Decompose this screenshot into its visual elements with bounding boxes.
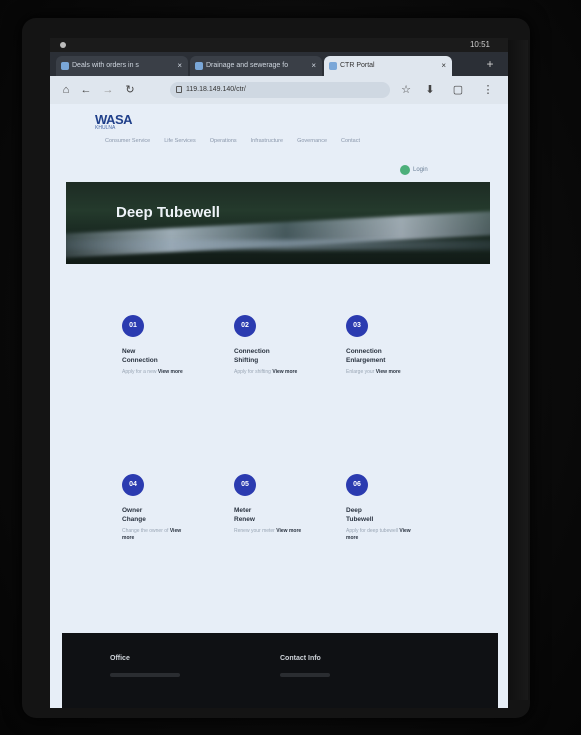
new-tab-icon[interactable]: + [482, 56, 498, 72]
site-footer: Office Contact Info [62, 633, 498, 708]
browser-tab-1[interactable]: Deals with orders in s × [56, 56, 188, 76]
tab-title: CTR Portal [340, 62, 375, 69]
forward-icon[interactable]: → [100, 82, 116, 98]
service-title: Deep Tubewell [346, 507, 374, 523]
service-description: Apply for shifting View more [234, 369, 298, 375]
close-tab-icon[interactable]: × [177, 56, 182, 76]
view-more-link[interactable]: View more [376, 369, 401, 375]
service-number-badge: 04 [122, 474, 144, 496]
hero-title: Deep Tubewell [116, 204, 220, 221]
status-time: 10:51 [469, 40, 490, 49]
favicon-icon [195, 62, 203, 70]
tab-strip: Deals with orders in s × Drainage and se… [50, 52, 508, 76]
home-icon[interactable]: ⌂ [58, 82, 74, 98]
service-description: Apply for a new View more [122, 369, 183, 375]
tabs-icon[interactable]: ▢ [450, 82, 466, 98]
camera-icon [60, 42, 66, 48]
tab-title: Deals with orders in s [72, 62, 139, 69]
favicon-icon [329, 62, 337, 70]
service-card-4[interactable]: 04 Owner Change Change the owner of View… [122, 474, 222, 564]
nav-item[interactable]: Life Services [164, 138, 196, 148]
menu-icon[interactable]: ⋮ [480, 82, 496, 98]
nav-item[interactable]: Contact [341, 138, 360, 148]
user-icon [400, 165, 410, 175]
service-title: Owner Change [122, 507, 146, 523]
browser-tab-3[interactable]: CTR Portal × [324, 56, 452, 76]
service-card-1[interactable]: 01 New Connection Apply for a new View m… [122, 315, 222, 405]
login-button[interactable]: Login [400, 164, 434, 176]
url-text: 119.18.149.140/ctr/ [186, 86, 246, 93]
service-title: Connection Shifting [234, 348, 270, 364]
star-icon[interactable]: ☆ [398, 82, 414, 98]
browser-tab-2[interactable]: Drainage and sewerage fo × [190, 56, 322, 76]
lock-icon [176, 86, 182, 93]
tab-title: Drainage and sewerage fo [206, 62, 289, 69]
view-more-link[interactable]: View more [276, 528, 301, 534]
main-navigation: Consumer Service Life Services Operation… [105, 138, 425, 148]
login-label: Login [413, 167, 428, 173]
nav-item[interactable]: Infrastructure [251, 138, 283, 148]
hero-banner: Deep Tubewell [66, 182, 490, 264]
service-card-2[interactable]: 02 Connection Shifting Apply for shiftin… [234, 315, 334, 405]
view-more-link[interactable]: View more [272, 369, 297, 375]
service-number-badge: 06 [346, 474, 368, 496]
nav-item[interactable]: Governance [297, 138, 327, 148]
address-bar[interactable]: 119.18.149.140/ctr/ [170, 82, 390, 98]
browser-toolbar: ⌂ ← → ↻ 119.18.149.140/ctr/ ☆ ⬇ ▢ ⋮ [50, 76, 508, 104]
site-logo[interactable]: WASA KHULNA [95, 112, 133, 132]
water-image [66, 240, 490, 250]
service-description: Change the owner of View more [122, 528, 182, 541]
service-description: Renew your meter View more [234, 528, 302, 534]
favicon-icon [61, 62, 69, 70]
service-title: New Connection [122, 348, 158, 364]
footer-office-heading: Office [110, 655, 130, 662]
service-description: Apply for deep tubewell View more [346, 528, 411, 541]
status-bar: 10:51 [50, 38, 508, 52]
close-tab-icon[interactable]: × [441, 56, 446, 76]
nav-item[interactable]: Consumer Service [105, 138, 150, 148]
download-icon[interactable]: ⬇ [422, 82, 438, 98]
view-more-link[interactable]: View more [158, 369, 183, 375]
service-card-6[interactable]: 06 Deep Tubewell Apply for deep tubewell… [346, 474, 446, 564]
back-icon[interactable]: ← [78, 82, 94, 98]
footer-text-placeholder [110, 673, 180, 677]
bezel-edge [508, 40, 528, 700]
service-card-3[interactable]: 03 Connection Enlargement Enlarge your V… [346, 315, 446, 405]
service-title: Meter Renew [234, 507, 255, 523]
service-number-badge: 02 [234, 315, 256, 337]
service-number-badge: 01 [122, 315, 144, 337]
reload-icon[interactable]: ↻ [122, 82, 138, 98]
service-number-badge: 03 [346, 315, 368, 337]
footer-text-placeholder [280, 673, 330, 677]
nav-item[interactable]: Operations [210, 138, 237, 148]
service-card-5[interactable]: 05 Meter Renew Renew your meter View mor… [234, 474, 334, 564]
tablet-screen: 10:51 Deals with orders in s × Drainage … [50, 38, 508, 708]
close-tab-icon[interactable]: × [311, 56, 316, 76]
service-description: Enlarge your View more [346, 369, 401, 375]
service-title: Connection Enlargement [346, 348, 386, 364]
service-number-badge: 05 [234, 474, 256, 496]
footer-contact-heading: Contact Info [280, 655, 321, 662]
